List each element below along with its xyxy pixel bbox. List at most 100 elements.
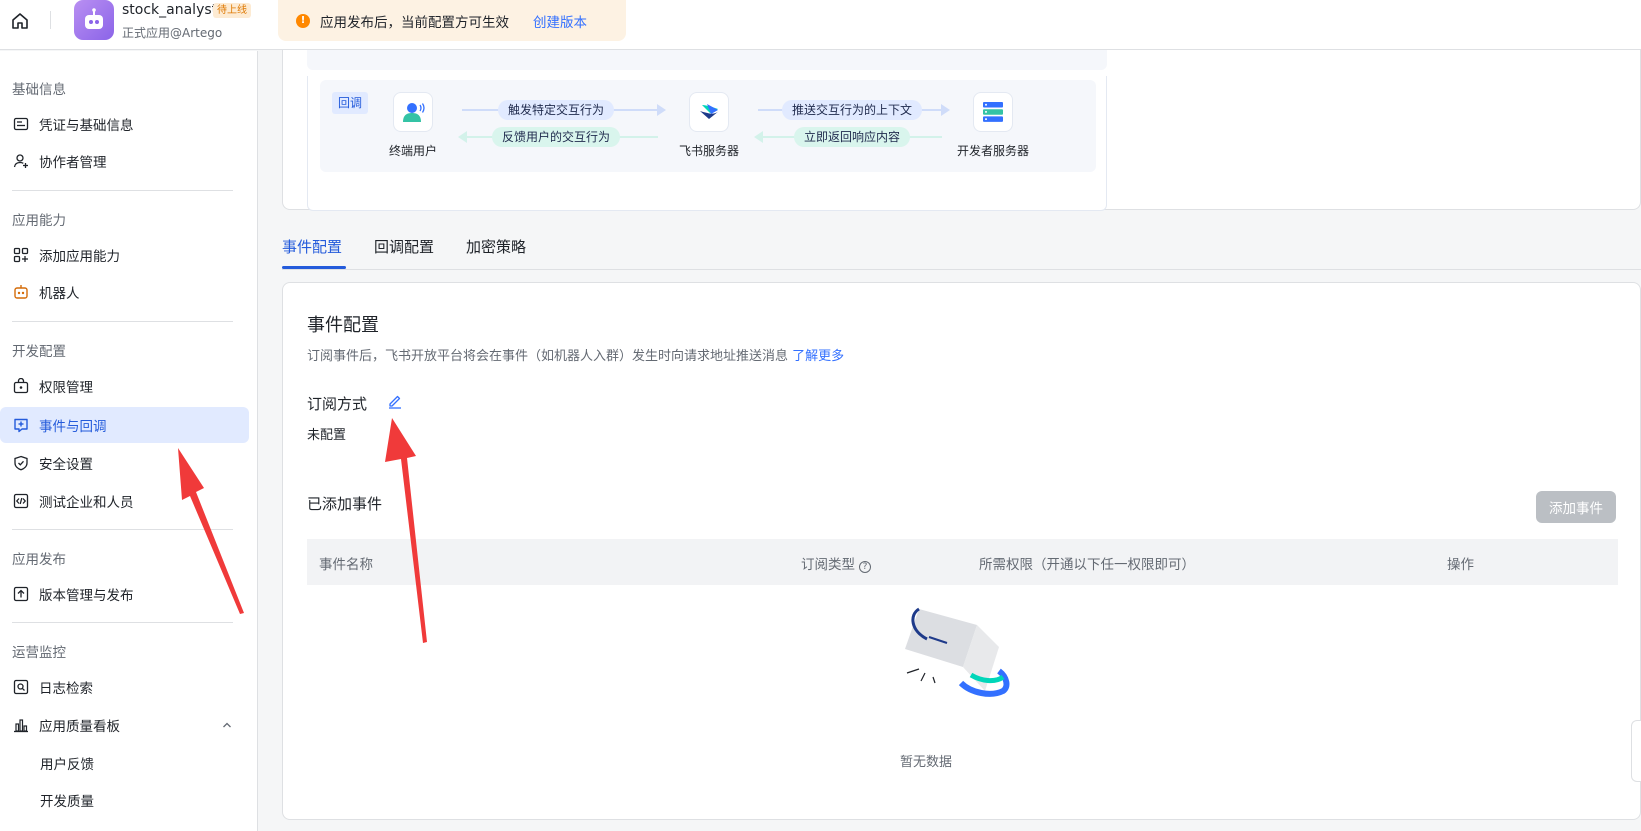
section-title-release: 应用发布: [12, 552, 66, 568]
node-end-user: 终端用户: [368, 92, 458, 159]
server-icon: [973, 92, 1013, 132]
sidebar-item-label: 凭证与基础信息: [39, 118, 134, 134]
arrow-label: 触发特定交互行为: [498, 100, 615, 120]
event-config-card: 事件配置 订阅事件后，飞书开放平台将会在事件（如机器人入群）发生时向请求地址推送…: [282, 282, 1641, 820]
shield-icon: [12, 454, 30, 472]
column-header-event-name: 事件名称: [319, 557, 373, 573]
learn-more-link[interactable]: 了解更多: [792, 349, 844, 364]
app-name: stock_analyst: [122, 2, 218, 18]
home-icon[interactable]: [9, 10, 31, 32]
sidebar-item-label: 安全设置: [39, 457, 93, 473]
callback-flow: 回调 终端用户 飞书服务器 开发者服务器 触发特定交互行为 反馈用户的交互行为 …: [320, 80, 1096, 172]
warning-icon: !: [296, 13, 310, 28]
divider: [12, 622, 233, 623]
sidebar-item-logs[interactable]: 日志检索: [0, 669, 249, 705]
event-icon: [12, 416, 30, 434]
flow-diagram-card: 回调 终端用户 飞书服务器 开发者服务器 触发特定交互行为 反馈用户的交互行为 …: [282, 50, 1641, 211]
app-subtitle: 正式应用@Artego: [122, 26, 223, 40]
section-title-capabilities: 应用能力: [12, 213, 66, 229]
feishu-logo-icon: [689, 92, 729, 132]
user-add-icon: [12, 152, 30, 170]
sidebar-item-versions[interactable]: 版本管理与发布: [0, 576, 249, 612]
add-event-button[interactable]: 添加事件: [1536, 491, 1616, 523]
column-header-permissions: 所需权限（开通以下任一权限即可）: [979, 557, 1195, 573]
status-badge: 待上线: [213, 3, 251, 18]
diagram-box: 回调 终端用户 飞书服务器 开发者服务器 触发特定交互行为 反馈用户的交互行为 …: [307, 76, 1107, 211]
node-label: 终端用户: [388, 144, 437, 158]
robot-icon: [85, 8, 103, 29]
divider: [12, 529, 233, 530]
notice-banner: ! 应用发布后，当前配置方可生效 创建版本: [278, 0, 626, 41]
sidebar-item-permissions[interactable]: 权限管理: [0, 368, 249, 404]
column-header-label: 订阅类型: [801, 557, 855, 573]
subscription-mode-label: 订阅方式: [307, 395, 368, 413]
create-version-link[interactable]: 创建版本: [533, 11, 587, 31]
sidebar-item-label: 开发质量: [40, 794, 94, 810]
apps-add-icon: [12, 246, 30, 264]
sidebar-item-label: 日志检索: [39, 681, 93, 697]
edit-icon[interactable]: [387, 393, 403, 409]
node-label: 飞书服务器: [678, 144, 739, 158]
section-title-dev-config: 开发配置: [12, 344, 66, 360]
added-events-title: 已添加事件: [307, 495, 383, 513]
arrow-label: 立即返回响应内容: [794, 127, 911, 147]
description: 订阅事件后，飞书开放平台将会在事件（如机器人入群）发生时向请求地址推送消息 了解…: [307, 345, 844, 364]
sidebar: 基础信息 凭证与基础信息 协作者管理 应用能力 添加应用能力 机器人 开发配置 …: [0, 51, 258, 831]
sidebar-item-label: 权限管理: [39, 380, 93, 396]
config-tabs: 事件配置 回调配置 加密策略: [282, 226, 1641, 270]
tab-encryption[interactable]: 加密策略: [466, 236, 526, 257]
sidebar-item-label: 应用质量看板: [39, 719, 120, 735]
arrow-label: 推送交互行为的上下文: [782, 100, 923, 120]
lock-icon: [12, 377, 30, 395]
sidebar-item-user-feedback[interactable]: 用户反馈: [0, 745, 249, 781]
upload-icon: [12, 585, 30, 603]
bar-chart-icon: [12, 716, 30, 734]
callback-tag: 回调: [332, 92, 369, 114]
sidebar-item-quality-board[interactable]: 应用质量看板: [0, 707, 249, 743]
section-title-basic: 基础信息: [12, 82, 66, 98]
robot-icon: [12, 283, 30, 301]
top-bar: stock_analyst 待上线 正式应用@Artego ! 应用发布后，当前…: [0, 0, 1641, 50]
arrow-label: 反馈用户的交互行为: [492, 127, 621, 147]
empty-box-illustration: [905, 607, 1010, 697]
tab-event-config[interactable]: 事件配置: [282, 236, 342, 257]
diagram-top-row: [307, 50, 1107, 70]
tab-callback-config[interactable]: 回调配置: [374, 236, 434, 257]
sidebar-item-label: 机器人: [39, 286, 80, 302]
divider: [50, 11, 51, 29]
column-header-actions: 操作: [1447, 557, 1474, 573]
tab-active-indicator: [282, 266, 346, 269]
empty-state-text: 暂无数据: [899, 755, 952, 770]
sidebar-item-label: 添加应用能力: [39, 249, 120, 265]
code-icon: [12, 492, 30, 510]
sidebar-item-events-callbacks[interactable]: 事件与回调: [0, 407, 249, 443]
sidebar-item-add-capability[interactable]: 添加应用能力: [0, 237, 249, 273]
sidebar-item-label: 版本管理与发布: [39, 588, 134, 604]
sidebar-item-dev-quality[interactable]: 开发质量: [0, 782, 249, 818]
sidebar-item-label: 协作者管理: [39, 155, 107, 171]
subscription-status: 未配置: [307, 428, 347, 443]
sidebar-item-label: 测试企业和人员: [39, 495, 134, 511]
description-text: 订阅事件后，飞书开放平台将会在事件（如机器人入群）发生时向请求地址推送消息: [307, 349, 789, 364]
sidebar-item-test-org[interactable]: 测试企业和人员: [0, 483, 249, 519]
node-label: 开发者服务器: [956, 144, 1029, 158]
sidebar-item-bot[interactable]: 机器人: [0, 274, 249, 310]
id-card-icon: [12, 115, 30, 133]
divider: [12, 190, 233, 191]
section-title-ops: 运营监控: [12, 645, 66, 661]
node-feishu-server: 飞书服务器: [664, 92, 754, 159]
sidebar-item-security[interactable]: 安全设置: [0, 445, 249, 481]
sidebar-item-collaborators[interactable]: 协作者管理: [0, 143, 249, 179]
side-panel-handle[interactable]: [1631, 720, 1641, 782]
divider: [12, 321, 233, 322]
sidebar-item-credentials[interactable]: 凭证与基础信息: [0, 106, 249, 142]
sidebar-item-label: 用户反馈: [40, 757, 94, 773]
notice-text: 应用发布后，当前配置方可生效: [320, 14, 509, 31]
column-header-sub-type: 订阅类型?: [801, 553, 871, 573]
help-icon[interactable]: ?: [859, 561, 871, 573]
chevron-up-icon[interactable]: [221, 719, 233, 735]
page-title: 事件配置: [307, 315, 379, 336]
log-search-icon: [12, 678, 30, 696]
sidebar-item-label: 事件与回调: [39, 419, 107, 435]
app-avatar: [74, 0, 114, 40]
